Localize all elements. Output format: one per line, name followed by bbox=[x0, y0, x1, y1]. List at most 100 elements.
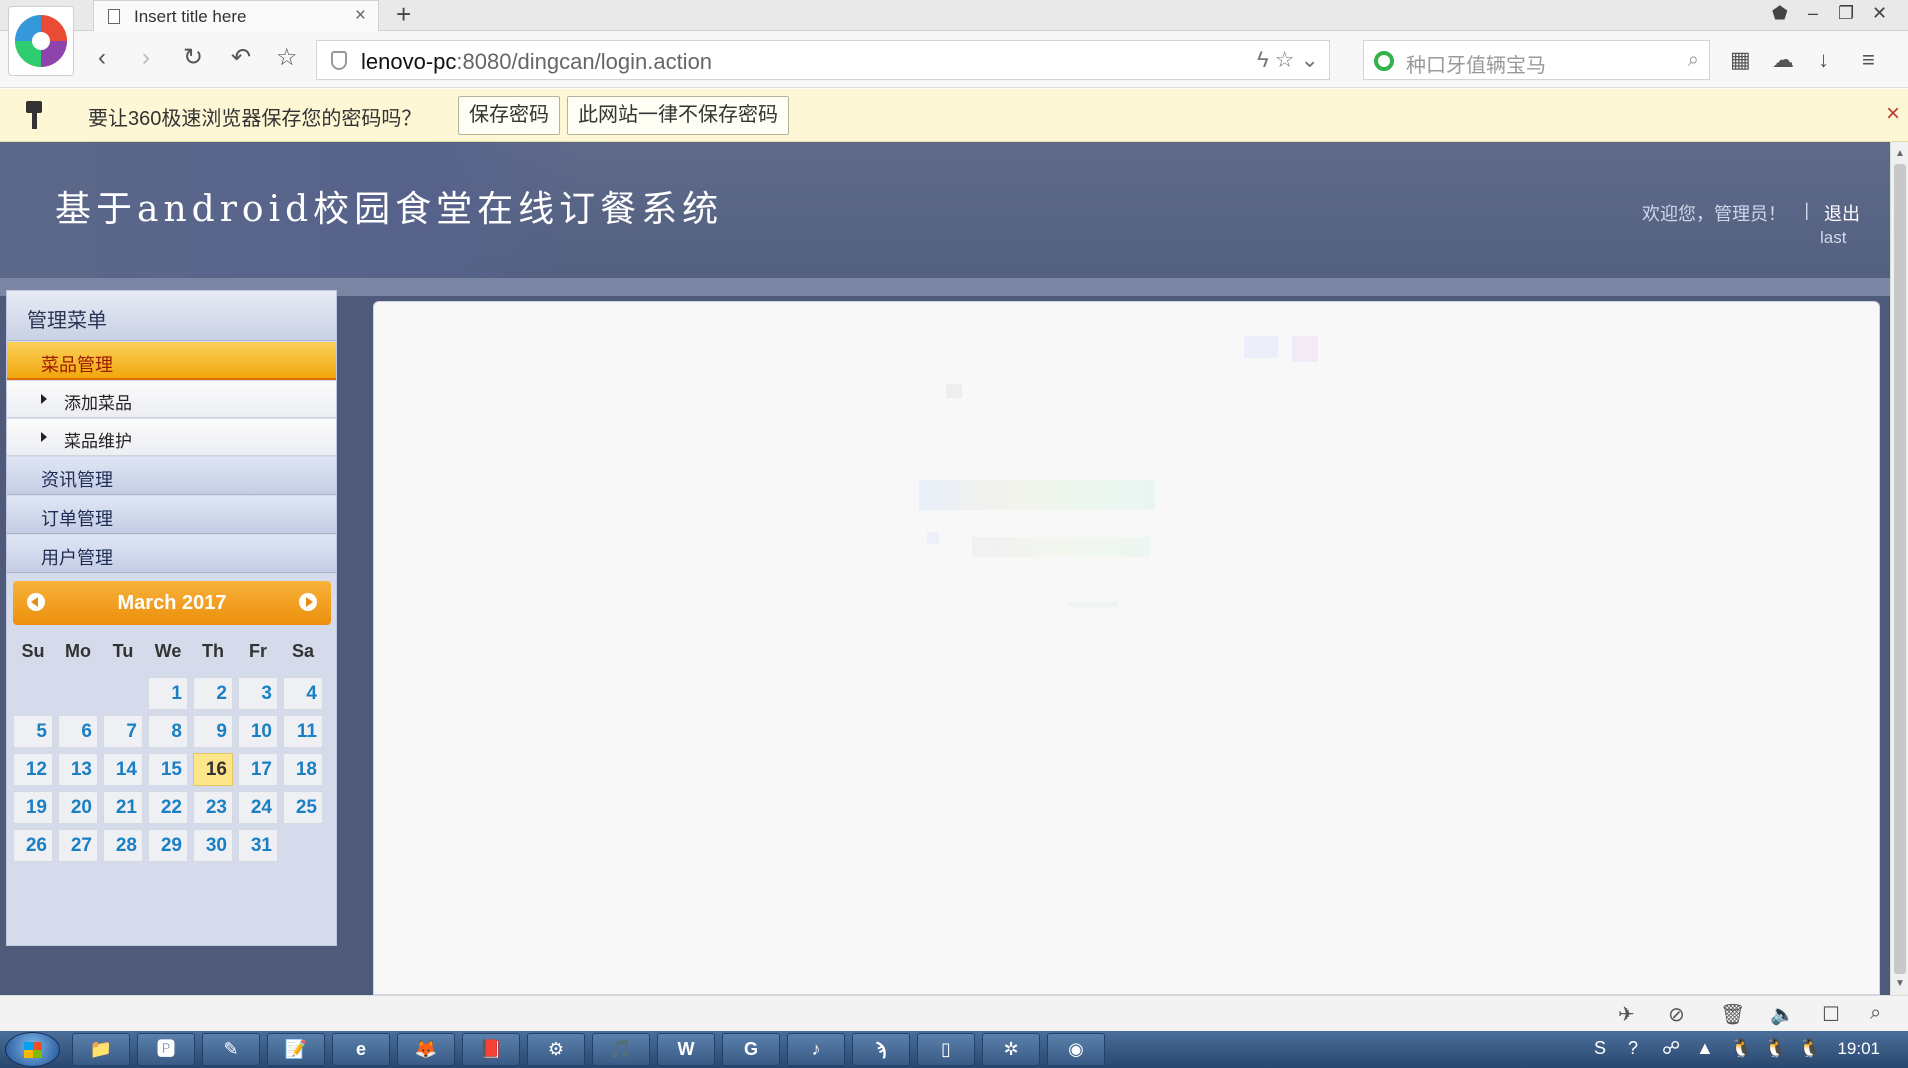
calendar-day[interactable]: 18 bbox=[283, 753, 323, 786]
calendar-day[interactable]: 19 bbox=[13, 791, 53, 824]
calendar-day[interactable]: 5 bbox=[13, 715, 53, 748]
calendar-day[interactable]: 3 bbox=[238, 677, 278, 710]
taskbar-app-icon[interactable]: W bbox=[657, 1033, 715, 1066]
taskbar-app-icon[interactable]: ▯ bbox=[917, 1033, 975, 1066]
back-button[interactable]: ‹ bbox=[98, 45, 106, 71]
taskbar-app-icon[interactable]: ✎ bbox=[202, 1033, 260, 1066]
search-input[interactable]: 种口牙值辆宝马 bbox=[1406, 49, 1546, 78]
calendar-day[interactable]: 31 bbox=[238, 829, 278, 862]
scrollbar-thumb[interactable] bbox=[1894, 164, 1906, 974]
tray-icon[interactable]: 🐧 bbox=[1798, 1038, 1820, 1059]
calendar-day[interactable]: 7 bbox=[103, 715, 143, 748]
restore-button[interactable]: ❐ bbox=[1838, 3, 1854, 24]
url-text[interactable]: lenovo-pc:8080/dingcan/login.action bbox=[361, 49, 712, 75]
tray-icon[interactable]: ? bbox=[1628, 1038, 1638, 1059]
block-icon[interactable]: ⊘ bbox=[1668, 1002, 1685, 1027]
calendar-day[interactable]: 22 bbox=[148, 791, 188, 824]
calendar-day[interactable]: 28 bbox=[103, 829, 143, 862]
zoom-icon[interactable]: ⌕ bbox=[1870, 1002, 1881, 1025]
calendar-day[interactable]: 1 bbox=[148, 677, 188, 710]
address-bar[interactable]: lenovo-pc:8080/dingcan/login.action ϟ ☆ … bbox=[316, 40, 1330, 80]
taskbar-app-icon[interactable]: 📁 bbox=[72, 1033, 130, 1066]
menu-icon[interactable]: ≡ bbox=[1862, 47, 1875, 73]
apps-grid-icon[interactable]: ▦ bbox=[1730, 47, 1751, 73]
calendar-day[interactable]: 4 bbox=[283, 677, 323, 710]
taskbar-app-icon[interactable]: ⚙ bbox=[527, 1033, 585, 1066]
save-password-button[interactable]: 保存密码 bbox=[458, 96, 560, 135]
bookmark-button[interactable]: ☆ bbox=[276, 45, 298, 71]
sidebar-item-order-management[interactable]: 订单管理 bbox=[7, 496, 336, 534]
tray-icon[interactable]: ▲ bbox=[1696, 1038, 1714, 1059]
sidebar-subitem-add-dish[interactable]: 添加菜品 bbox=[7, 381, 336, 418]
calendar-day[interactable]: 24 bbox=[238, 791, 278, 824]
calendar-day[interactable]: 12 bbox=[13, 753, 53, 786]
calendar-day[interactable]: 30 bbox=[193, 829, 233, 862]
browser-tab[interactable]: Insert title here × bbox=[93, 0, 379, 31]
calendar-day[interactable]: 27 bbox=[58, 829, 98, 862]
calendar-day[interactable]: 11 bbox=[283, 715, 323, 748]
calendar-day[interactable]: 21 bbox=[103, 791, 143, 824]
search-box[interactable]: 种口牙值辆宝马 ⌕ bbox=[1363, 40, 1710, 80]
taskbar-app-icon[interactable]: ♪ bbox=[787, 1033, 845, 1066]
calendar-day[interactable]: 15 bbox=[148, 753, 188, 786]
close-window-button[interactable]: ✕ bbox=[1872, 3, 1887, 24]
taskbar-app-icon[interactable]: 🦊 bbox=[397, 1033, 455, 1066]
calendar-day[interactable]: 2 bbox=[193, 677, 233, 710]
close-tab-icon[interactable]: × bbox=[355, 5, 366, 27]
tray-icon[interactable]: 🐧 bbox=[1764, 1038, 1786, 1059]
calendar-day[interactable]: 6 bbox=[58, 715, 98, 748]
volume-icon[interactable]: 🔈 bbox=[1770, 1002, 1795, 1027]
tray-icon[interactable]: ☍ bbox=[1662, 1038, 1680, 1059]
taskbar-app-icon[interactable]: ✲ bbox=[982, 1033, 1040, 1066]
taskbar-app-icon[interactable]: ϡ bbox=[852, 1033, 910, 1066]
sidebar-subitem-maintain-dish[interactable]: 菜品维护 bbox=[7, 419, 336, 456]
taskbar-app-icon[interactable]: e bbox=[332, 1033, 390, 1066]
tray-icon[interactable]: S bbox=[1594, 1038, 1606, 1059]
url-action-icons[interactable]: ϟ ☆ ⌄ bbox=[1257, 47, 1319, 73]
new-tab-button[interactable]: + bbox=[396, 0, 411, 28]
vertical-scrollbar[interactable]: ▲ ▼ bbox=[1890, 142, 1908, 995]
logout-link[interactable]: 退出 bbox=[1824, 200, 1860, 226]
never-save-password-button[interactable]: 此网站一律不保存密码 bbox=[567, 96, 789, 135]
forward-button[interactable]: › bbox=[142, 45, 150, 71]
calendar-day[interactable]: 29 bbox=[148, 829, 188, 862]
taskbar-app-icon[interactable]: 🅿 bbox=[137, 1033, 195, 1066]
calendar-day[interactable]: 13 bbox=[58, 753, 98, 786]
window-icon[interactable]: ☐ bbox=[1822, 1002, 1840, 1027]
calendar-day[interactable]: 10 bbox=[238, 715, 278, 748]
pin-icon[interactable]: ⬟ bbox=[1772, 3, 1788, 24]
calendar-day[interactable]: 14 bbox=[103, 753, 143, 786]
start-button[interactable] bbox=[5, 1032, 60, 1067]
calendar-day[interactable]: 9 bbox=[193, 715, 233, 748]
reload-button[interactable]: ↻ bbox=[183, 45, 203, 71]
trash-icon[interactable]: 🗑 bbox=[1720, 1002, 1745, 1027]
calendar-day-today[interactable]: 16 bbox=[193, 753, 233, 786]
sidebar-item-user-management[interactable]: 用户管理 bbox=[7, 535, 336, 573]
calendar-day[interactable]: 23 bbox=[193, 791, 233, 824]
calendar-day[interactable]: 20 bbox=[58, 791, 98, 824]
taskbar-app-icon[interactable]: ◉ bbox=[1047, 1033, 1105, 1066]
calendar-day[interactable]: 25 bbox=[283, 791, 323, 824]
minimize-button[interactable]: – bbox=[1808, 3, 1818, 24]
taskbar-app-icon[interactable]: 📝 bbox=[267, 1033, 325, 1066]
sidebar-item-news-management[interactable]: 资讯管理 bbox=[7, 457, 336, 495]
close-icon[interactable]: × bbox=[1886, 100, 1900, 128]
browser-logo-icon[interactable] bbox=[8, 6, 74, 76]
undo-close-button[interactable]: ↶ bbox=[231, 45, 251, 71]
calendar-day[interactable]: 17 bbox=[238, 753, 278, 786]
sidebar-item-dish-management[interactable]: 菜品管理 bbox=[7, 342, 336, 380]
clock[interactable]: 19:01 bbox=[1837, 1039, 1880, 1059]
calendar-day[interactable]: 8 bbox=[148, 715, 188, 748]
cloud-icon[interactable]: ☁ bbox=[1772, 47, 1794, 73]
search-icon[interactable]: ⌕ bbox=[1688, 49, 1699, 72]
download-icon[interactable]: ↓ bbox=[1818, 47, 1829, 73]
taskbar-app-icon[interactable]: G bbox=[722, 1033, 780, 1066]
taskbar-app-icon[interactable]: 📕 bbox=[462, 1033, 520, 1066]
plane-icon[interactable]: ✈ bbox=[1618, 1002, 1635, 1027]
next-month-icon[interactable] bbox=[299, 593, 317, 611]
taskbar-app-icon[interactable]: 🎵 bbox=[592, 1033, 650, 1066]
scroll-down-icon[interactable]: ▼ bbox=[1895, 978, 1905, 989]
tray-icon[interactable]: 🐧 bbox=[1730, 1038, 1752, 1059]
scroll-up-icon[interactable]: ▲ bbox=[1895, 148, 1905, 159]
calendar-day[interactable]: 26 bbox=[13, 829, 53, 862]
